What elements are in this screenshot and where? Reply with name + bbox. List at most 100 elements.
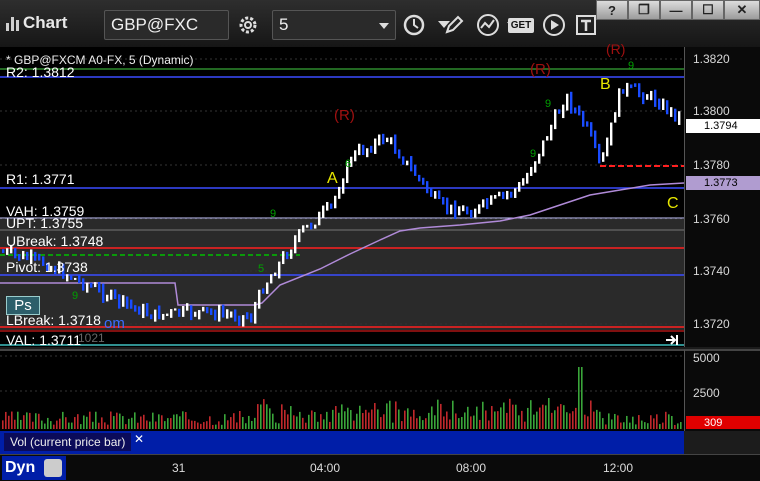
- app-title: Chart: [6, 13, 67, 33]
- price-bar: [442, 197, 445, 205]
- volume-bar: [308, 414, 310, 429]
- price-axis[interactable]: 1.3820 1.3800 1.3780 1.3760 1.3740 1.372…: [684, 47, 760, 347]
- signal-marker: 9: [270, 208, 276, 220]
- symbol-field[interactable]: GBP@FXC: [104, 10, 229, 40]
- volume-bar: [467, 406, 469, 429]
- price-bar: [654, 89, 657, 107]
- price-bar: [262, 288, 265, 294]
- volume-bar: [596, 409, 598, 429]
- volume-bar: [143, 414, 145, 429]
- volume-bar: [584, 414, 586, 429]
- volume-bar: [551, 412, 553, 429]
- volume-bar: [53, 424, 55, 429]
- price-bar: [582, 110, 585, 127]
- volume-bar: [602, 418, 604, 429]
- volume-bar: [8, 415, 10, 429]
- play-icon[interactable]: [540, 10, 568, 40]
- volume-bar: [533, 414, 535, 429]
- volume-bar: [209, 416, 211, 429]
- volume-bar: [167, 418, 169, 429]
- price-bar: [502, 191, 505, 200]
- volume-bar: [188, 419, 190, 429]
- volume-bar: [458, 418, 460, 429]
- price-bar: [514, 188, 517, 198]
- volume-bar: [146, 420, 148, 429]
- price-bar: [546, 136, 549, 141]
- volume-bar: [470, 416, 472, 429]
- volume-bar: [203, 422, 205, 429]
- price-bar: [562, 104, 565, 119]
- volume-bar: [20, 419, 22, 429]
- volume-bar: [617, 415, 619, 429]
- volume-bar: [608, 413, 610, 429]
- price-bar: [594, 130, 597, 149]
- volume-bar: [407, 408, 409, 429]
- volume-study-label[interactable]: Vol (current price bar): [4, 433, 132, 451]
- volume-bar: [605, 424, 607, 429]
- price-bar: [162, 313, 165, 320]
- price-bar: [506, 190, 509, 200]
- price-tick: 1.3760: [693, 212, 730, 226]
- price-bar: [458, 206, 461, 216]
- price-bar: [602, 152, 605, 162]
- price-bar: [170, 309, 173, 318]
- restore-window-button[interactable]: ❐: [628, 0, 660, 20]
- price-bar: [578, 105, 581, 116]
- volume-bar: [362, 413, 364, 429]
- volume-bar: [173, 414, 175, 429]
- price-bar: [154, 309, 157, 322]
- price-bar: [114, 289, 117, 300]
- volume-bar: [185, 412, 187, 429]
- price-bar: [130, 299, 133, 309]
- volume-bar: [104, 422, 106, 429]
- dynamic-mode-button[interactable]: Dyn: [2, 456, 66, 480]
- price-chart[interactable]: 9 6 9 9 9 9 5 * GBP@FXCM A0-FX, 5 (Dynam…: [0, 41, 684, 348]
- price-bar: [110, 289, 113, 300]
- volume-bar: [272, 413, 274, 429]
- r-marker-mid: (R): [334, 107, 355, 124]
- price-bar: [134, 305, 137, 312]
- volume-bar: [89, 411, 91, 429]
- get-data-button[interactable]: GET: [506, 10, 536, 40]
- price-bar: [678, 111, 681, 125]
- help-button[interactable]: ?: [596, 0, 628, 20]
- volume-bar: [311, 410, 313, 429]
- close-button[interactable]: ✕: [724, 0, 760, 20]
- close-study-icon[interactable]: ✕: [134, 432, 144, 446]
- volume-bar: [656, 414, 658, 429]
- signal-marker: 5: [258, 263, 264, 275]
- pencil-icon[interactable]: [440, 10, 468, 40]
- clock-icon[interactable]: [400, 10, 428, 40]
- maximize-button[interactable]: ☐: [692, 0, 724, 20]
- chevron-down-icon: [379, 23, 389, 29]
- price-bar: [66, 274, 69, 282]
- volume-bar: [32, 421, 34, 429]
- signal-marker: 9: [72, 290, 78, 302]
- volume-chart[interactable]: [0, 349, 684, 431]
- volume-bar: [179, 416, 181, 429]
- price-bar: [138, 306, 141, 315]
- volume-bar: [638, 415, 640, 429]
- settings-gear-icon[interactable]: [234, 10, 262, 40]
- volume-bar: [305, 422, 307, 429]
- volume-bar: [368, 412, 370, 429]
- volume-bar: [653, 418, 655, 429]
- volume-bar: [620, 422, 622, 429]
- price-bar: [86, 282, 89, 293]
- volume-bar: [446, 411, 448, 429]
- volume-bar: [611, 419, 613, 429]
- volume-bar: [509, 398, 511, 429]
- price-bar: [242, 315, 245, 327]
- volume-bar: [623, 422, 625, 429]
- volume-bar: [512, 404, 514, 429]
- scroll-to-end-icon[interactable]: [664, 333, 680, 345]
- time-axis[interactable]: Dyn 31 04:00 08:00 12:00: [0, 454, 760, 481]
- volume-bar: [332, 409, 334, 429]
- minimize-button[interactable]: —: [660, 0, 692, 20]
- price-bar: [90, 282, 93, 288]
- volume-bar: [293, 415, 295, 429]
- price-bar: [190, 305, 193, 321]
- interval-select[interactable]: 5: [272, 10, 396, 40]
- price-bar: [398, 149, 401, 159]
- ps-badge[interactable]: Ps: [6, 296, 40, 315]
